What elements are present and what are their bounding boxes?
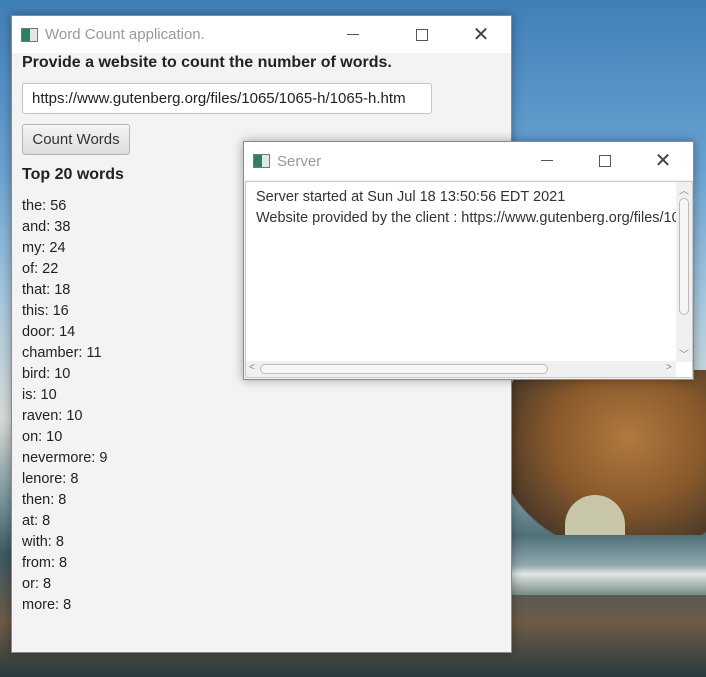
maximize-icon — [599, 154, 611, 167]
word-count-item: then: 8 — [22, 492, 67, 508]
scroll-up-icon[interactable]: ︿ — [679, 182, 689, 197]
close-icon: ✕ — [472, 24, 490, 46]
scroll-down-icon[interactable]: ﹀ — [679, 346, 689, 361]
word-count-item: door: 14 — [22, 324, 76, 340]
log-line: Website provided by the client : https:/… — [256, 210, 676, 226]
word-count-item: and: 38 — [22, 219, 71, 235]
results-heading: Top 20 words — [22, 166, 124, 183]
word-count-item: from: 8 — [22, 555, 68, 571]
title-bar[interactable]: Word Count application. ✕ — [12, 16, 511, 53]
wallpaper-sea — [512, 535, 706, 595]
word-count-item: at: 8 — [22, 513, 51, 529]
close-icon: ✕ — [654, 150, 672, 172]
server-window-title: Server — [277, 152, 322, 170]
minimize-button[interactable] — [524, 142, 570, 179]
vertical-scroll-thumb[interactable] — [679, 198, 689, 315]
prompt-label: Provide a website to count the number of… — [22, 54, 392, 71]
app-icon — [21, 27, 38, 42]
server-window: Server ✕ Server started at Sun Jul 18 13… — [243, 141, 694, 380]
close-button[interactable]: ✕ — [640, 142, 686, 179]
count-words-button[interactable]: Count Words — [22, 124, 130, 155]
maximize-button[interactable] — [582, 142, 628, 179]
word-count-item: lenore: 8 — [22, 471, 79, 487]
word-count-item: more: 8 — [22, 597, 72, 613]
window-title: Word Count application. — [45, 26, 205, 43]
close-button[interactable]: ✕ — [458, 16, 504, 53]
minimize-icon — [347, 34, 359, 35]
horizontal-scrollbar[interactable]: < > — [246, 361, 676, 377]
maximize-button[interactable] — [399, 16, 445, 53]
word-list: the: 56 and: 38 my: 24 of: 22 that: 18 this: … — [22, 196, 107, 616]
word-count-item: this: 16 — [22, 303, 69, 319]
horizontal-scroll-thumb[interactable] — [260, 364, 548, 374]
word-count-item: the: 56 — [22, 198, 67, 214]
word-count-item: bird: 10 — [22, 366, 71, 382]
word-count-item: is: 10 — [22, 387, 57, 403]
vertical-scrollbar[interactable]: ︿ ﹀ — [676, 182, 692, 362]
word-count-item: my: 24 — [22, 240, 66, 256]
word-count-item: of: 22 — [22, 261, 59, 277]
word-count-item: that: 18 — [22, 282, 71, 298]
scroll-left-icon[interactable]: < — [249, 362, 255, 373]
word-count-item: nevermore: 9 — [22, 450, 108, 466]
scroll-right-icon[interactable]: > — [666, 362, 672, 373]
word-count-item: with: 8 — [22, 534, 64, 550]
minimize-button[interactable] — [330, 16, 376, 53]
server-title-bar[interactable]: Server ✕ — [244, 142, 693, 180]
app-icon — [253, 154, 270, 168]
minimize-icon — [541, 160, 553, 161]
log-line: Server started at Sun Jul 18 13:50:56 ED… — [256, 189, 566, 205]
word-count-item: chamber: 11 — [22, 345, 102, 361]
server-log-textarea[interactable]: Server started at Sun Jul 18 13:50:56 ED… — [245, 181, 693, 378]
maximize-icon — [416, 28, 428, 41]
word-count-item: or: 8 — [22, 576, 52, 592]
url-input[interactable] — [22, 83, 432, 114]
word-count-item: raven: 10 — [22, 408, 83, 424]
word-count-item: on: 10 — [22, 429, 63, 445]
